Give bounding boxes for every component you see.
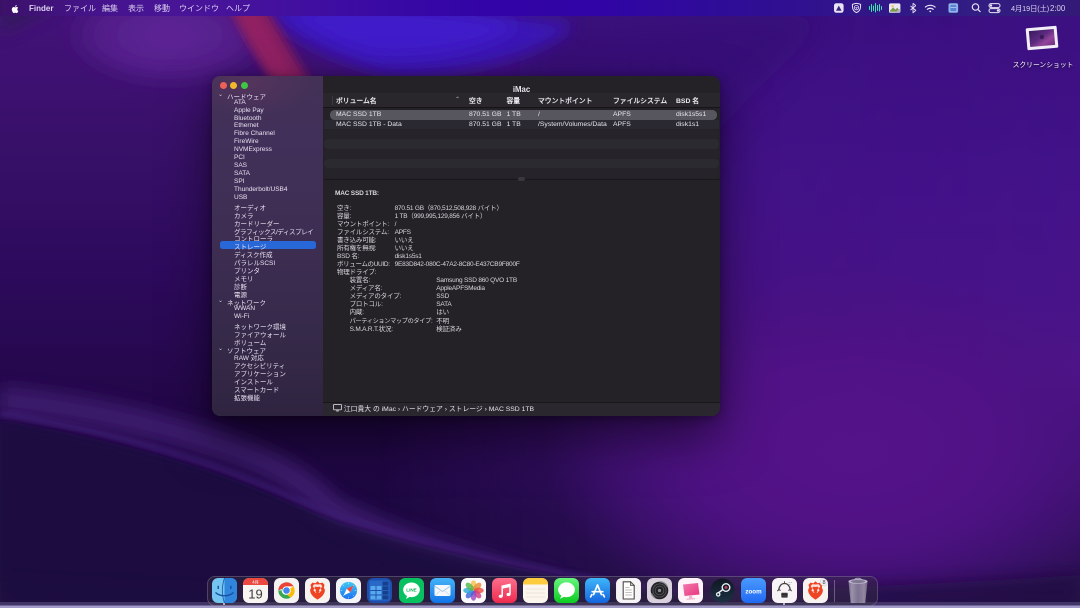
svg-text:19: 19 — [248, 587, 262, 602]
svg-text:8: 8 — [822, 580, 825, 586]
svg-text:LINE: LINE — [406, 588, 416, 593]
svg-text:zoom: zoom — [745, 588, 762, 595]
